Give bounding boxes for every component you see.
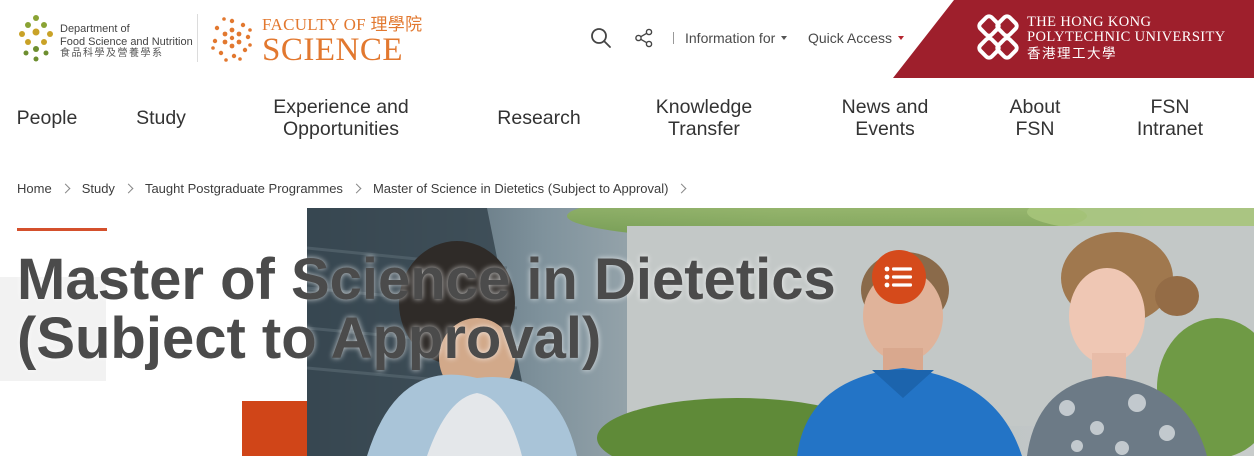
share-icon: [635, 28, 653, 48]
nav-label-line2: Events: [855, 118, 915, 140]
breadcrumb-study[interactable]: Study: [82, 181, 115, 196]
nav-item-people[interactable]: People: [10, 84, 84, 152]
search-button[interactable]: [590, 26, 614, 50]
fsn-logo-icon[interactable]: [16, 12, 56, 64]
main-navigation: People Study Experience and Opportunitie…: [0, 84, 1254, 152]
search-icon: [591, 28, 611, 48]
header-divider: [197, 14, 198, 62]
department-name[interactable]: Department of Food Science and Nutrition…: [60, 23, 193, 61]
chevron-right-icon: [677, 183, 687, 193]
polyu-logo-icon[interactable]: [975, 13, 1023, 63]
quick-access-label: Quick Access: [808, 30, 893, 46]
list-icon: [884, 266, 912, 288]
chevron-right-icon: [60, 183, 71, 193]
utility-separator: [673, 32, 674, 44]
nav-label-line1: Knowledge: [655, 96, 753, 118]
title-accent-line: [17, 228, 107, 231]
nav-item-news-and-events[interactable]: News and Events: [826, 84, 944, 152]
faculty-of-science-logo-icon[interactable]: [210, 13, 254, 63]
share-button[interactable]: [634, 26, 656, 50]
university-line1: THE HONG KONG: [1027, 14, 1152, 30]
site-header: Department of Food Science and Nutrition…: [0, 0, 1254, 78]
caret-down-icon: [781, 36, 788, 40]
page-title-line1: Master of Science in Dietetics: [17, 247, 836, 312]
chevron-right-icon: [123, 183, 134, 193]
caret-down-icon: [898, 36, 905, 40]
department-chinese: 食品科學及營養學系: [60, 48, 164, 59]
faculty-line2: SCIENCE: [262, 32, 404, 68]
nav-label-line2: Opportunities: [283, 118, 399, 140]
breadcrumb-home[interactable]: Home: [17, 181, 52, 196]
nav-label: People: [16, 107, 78, 129]
university-chinese: 香港理工大學: [1027, 46, 1117, 61]
nav-item-study[interactable]: Study: [126, 84, 196, 152]
nav-item-about-fsn[interactable]: About FSN: [994, 84, 1076, 152]
nav-label-line2: FSN: [1015, 118, 1055, 140]
breadcrumb-current[interactable]: Master of Science in Dietetics (Subject …: [373, 181, 669, 196]
nav-label-line1: News and: [841, 96, 929, 118]
nav-label-line1: About: [1009, 96, 1061, 118]
page-title-line2: (Subject to Approval): [17, 306, 602, 371]
nav-label-line1: Experience and: [273, 96, 409, 118]
department-line1: Department of: [60, 23, 130, 35]
nav-label-line1: FSN: [1150, 96, 1190, 118]
breadcrumb: Home Study Taught Postgraduate Programme…: [17, 178, 698, 198]
nav-label: Study: [136, 107, 186, 129]
university-name[interactable]: THE HONG KONG POLYTECHNIC UNIVERSITY 香港理…: [1027, 15, 1226, 62]
decorative-orange-block: [242, 401, 307, 456]
chevron-right-icon: [351, 183, 362, 193]
quick-access-menu[interactable]: Quick Access: [808, 26, 905, 50]
information-for-label: Information for: [685, 30, 776, 46]
table-of-contents-button[interactable]: [872, 250, 926, 304]
department-line2: Food Science and Nutrition: [60, 35, 193, 48]
nav-label-line2: Intranet: [1136, 118, 1204, 140]
nav-item-fsn-intranet[interactable]: FSN Intranet: [1122, 84, 1218, 152]
nav-label-line2: Transfer: [668, 118, 740, 140]
nav-item-knowledge-transfer[interactable]: Knowledge Transfer: [642, 84, 766, 152]
faculty-name[interactable]: FACULTY OF 理學院 SCIENCE: [262, 10, 422, 68]
nav-item-experience-and-opportunities[interactable]: Experience and Opportunities: [256, 84, 426, 152]
breadcrumb-taught-postgraduate[interactable]: Taught Postgraduate Programmes: [145, 181, 343, 196]
university-line2: POLYTECHNIC UNIVERSITY: [1027, 29, 1226, 45]
nav-label: Research: [497, 107, 581, 129]
nav-item-research[interactable]: Research: [485, 84, 593, 152]
information-for-menu[interactable]: Information for: [685, 26, 788, 50]
page-title: Master of Science in Dietetics (Subject …: [17, 250, 836, 368]
